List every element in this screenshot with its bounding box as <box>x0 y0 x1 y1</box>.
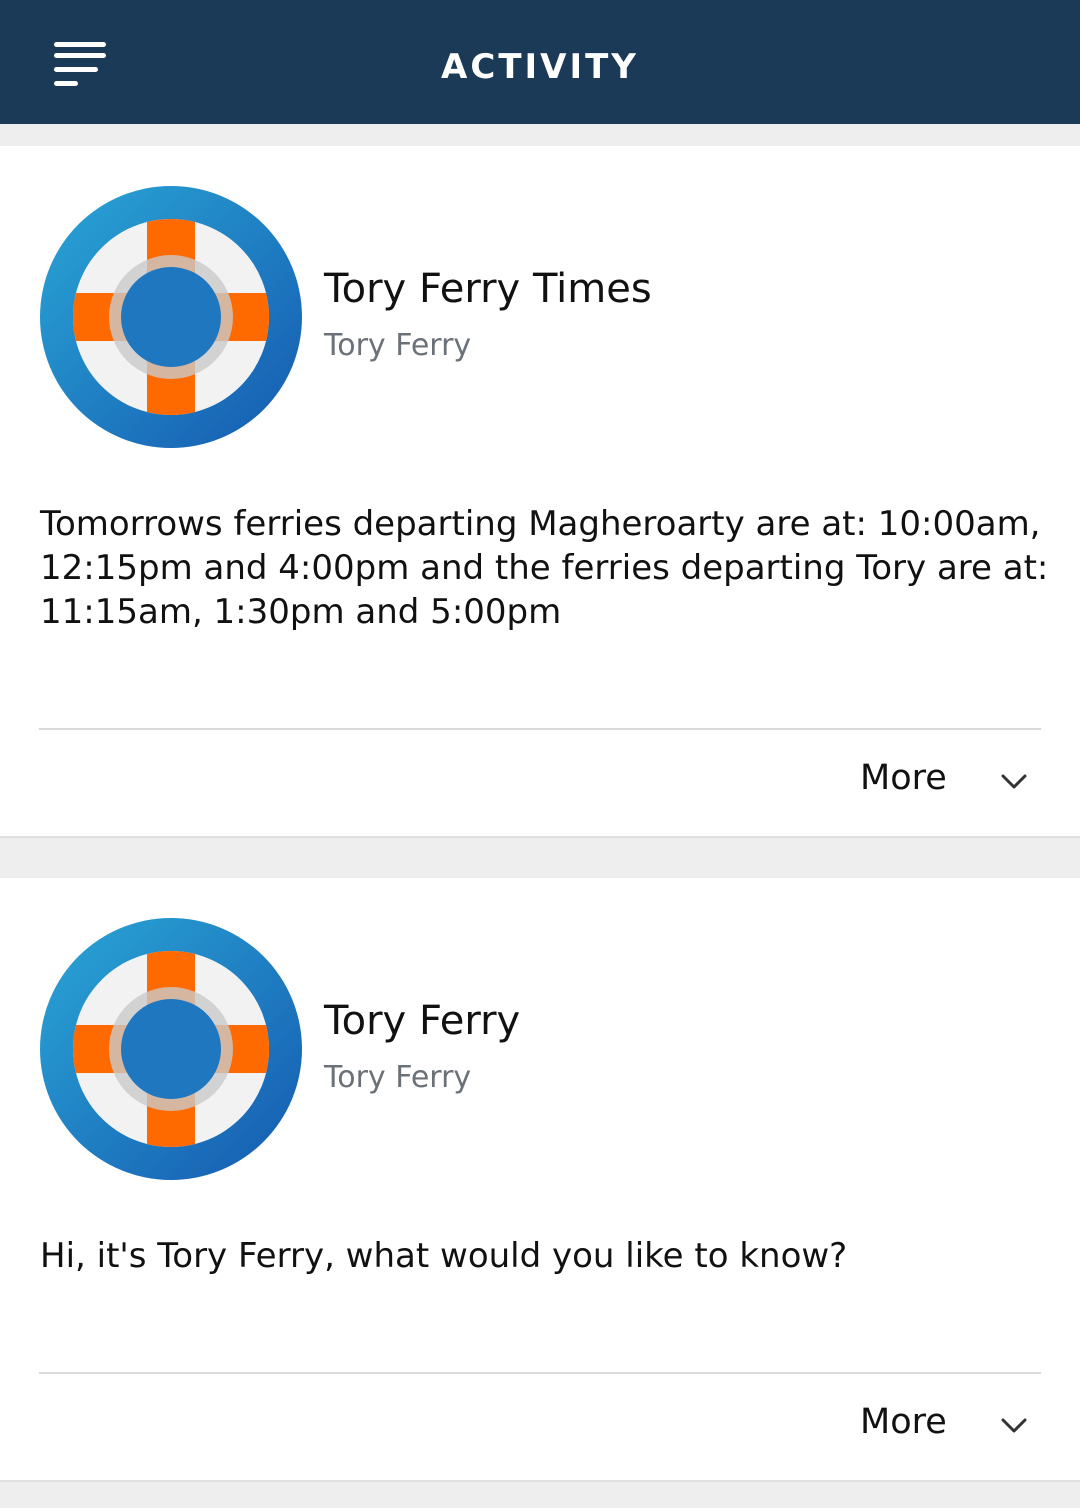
more-button[interactable]: More <box>860 752 1040 812</box>
more-label: More <box>860 1402 947 1442</box>
card-message: Hi, it's Tory Ferry, what would you like… <box>40 1236 848 1276</box>
divider <box>39 1372 1041 1374</box>
avatar <box>40 186 302 448</box>
more-label: More <box>860 758 947 798</box>
lifebuoy-icon <box>40 186 302 448</box>
card-title: Tory Ferry Times <box>324 266 652 312</box>
activity-card[interactable]: Tory Ferry Tory Ferry Hi, it's Tory Ferr… <box>0 878 1080 1482</box>
card-title: Tory Ferry <box>324 998 521 1044</box>
lifebuoy-icon <box>40 918 302 1180</box>
app-header: ACTIVITY <box>0 0 1080 124</box>
page-title: ACTIVITY <box>441 47 639 87</box>
card-subtitle: Tory Ferry <box>324 1060 472 1095</box>
activity-card[interactable]: Tory Ferry Times Tory Ferry Tomorrows fe… <box>0 146 1080 838</box>
chevron-down-icon <box>1001 774 1027 789</box>
divider <box>39 728 1041 730</box>
avatar <box>40 918 302 1180</box>
chevron-down-icon <box>1001 1418 1027 1433</box>
card-message: Tomorrows ferries departing Magheroarty … <box>40 504 1049 632</box>
more-button[interactable]: More <box>860 1396 1040 1456</box>
header-gap <box>0 124 1080 146</box>
card-subtitle: Tory Ferry <box>324 328 472 363</box>
